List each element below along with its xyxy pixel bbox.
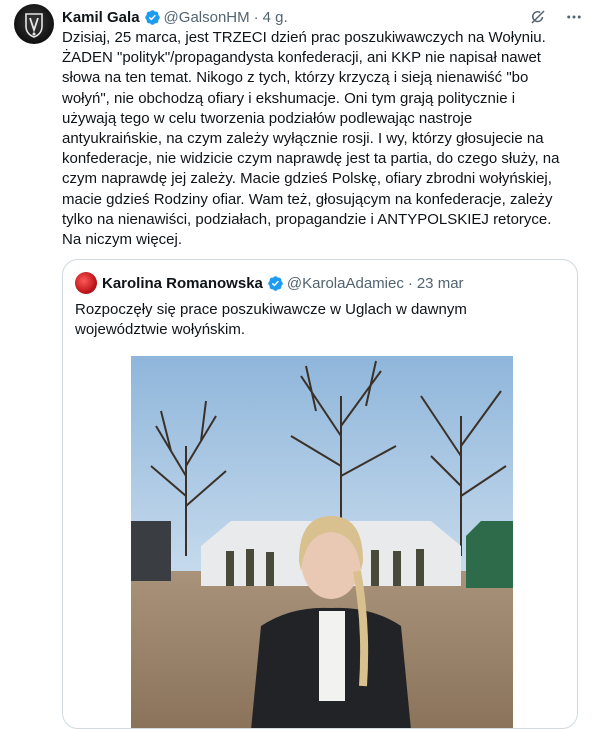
more-icon[interactable] <box>565 8 583 26</box>
quoted-photo[interactable] <box>131 356 513 728</box>
quoted-header: Karolina Romanowska @KarolaAdamiec · 23 … <box>75 272 565 294</box>
quoted-time[interactable]: 23 mar <box>417 275 464 292</box>
tweet-time[interactable]: 4 g. <box>263 9 288 26</box>
quoted-author-handle[interactable]: @KarolaAdamiec <box>287 275 404 292</box>
quoted-text: Rozpoczęły się prace poszukiwawcze w Ugl… <box>75 301 467 339</box>
tweet-text: Dzisiaj, 25 marca, jest TRZECI dzień pra… <box>62 29 560 249</box>
author-name[interactable]: Kamil Gala <box>62 9 140 26</box>
quoted-author-name[interactable]: Karolina Romanowska <box>102 275 263 292</box>
avatar-logo-icon <box>25 13 43 38</box>
author-avatar[interactable] <box>14 4 54 44</box>
verified-icon <box>268 275 283 291</box>
verified-icon <box>144 9 160 25</box>
separator-dot: · <box>253 8 259 26</box>
quoted-tweet[interactable]: Karolina Romanowska @KarolaAdamiec · 23 … <box>62 259 578 729</box>
quoted-author-avatar[interactable] <box>75 272 97 294</box>
author-handle[interactable]: @GalsonHM <box>164 9 250 26</box>
photo-illustration <box>131 356 513 728</box>
tweet-header: Kamil Gala @GalsonHM · 4 g. <box>62 6 583 28</box>
separator-dot: · <box>407 274 413 292</box>
grok-icon[interactable] <box>529 8 547 26</box>
